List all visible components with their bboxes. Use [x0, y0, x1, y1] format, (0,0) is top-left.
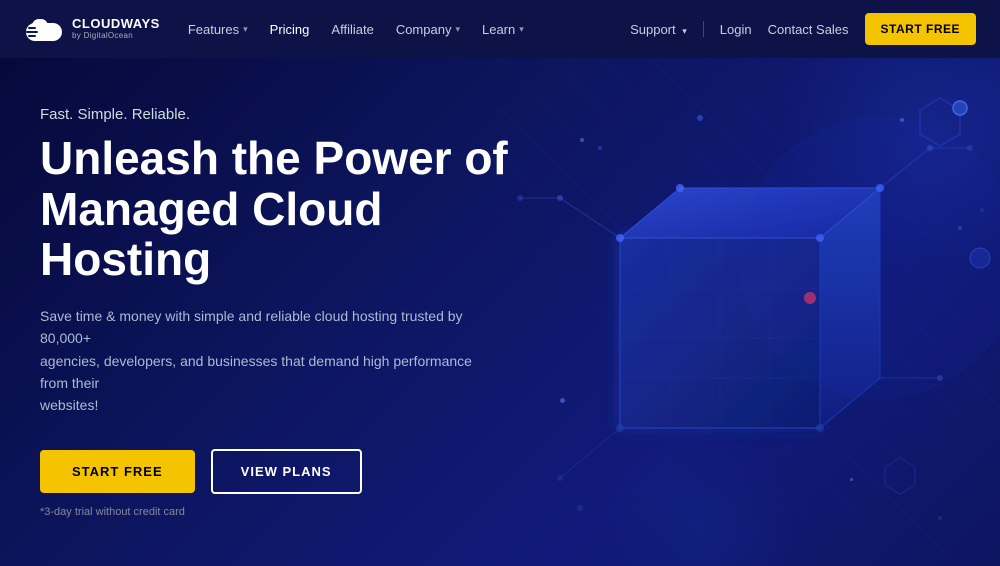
- chevron-down-icon: ▾: [455, 24, 460, 35]
- navbar: CLOUDWAYS by DigitalOcean Features ▾ Pri…: [0, 0, 1000, 58]
- nav-divider: [703, 21, 704, 37]
- brand-sub: by DigitalOcean: [72, 32, 160, 41]
- nav-support-link[interactable]: Support ▾: [630, 22, 687, 37]
- hero-subtitle: Fast. Simple. Reliable.: [40, 106, 560, 123]
- chevron-down-icon: ▾: [243, 24, 248, 35]
- chevron-down-icon: ▾: [519, 24, 524, 35]
- nav-links: Features ▾ Pricing Affiliate Company ▾: [188, 22, 524, 37]
- hero-buttons: START FREE VIEW PLANS: [40, 449, 560, 494]
- hero-title: Unleash the Power ofManaged Cloud Hostin…: [40, 133, 560, 285]
- nav-item-pricing[interactable]: Pricing: [270, 22, 310, 37]
- nav-item-company[interactable]: Company ▾: [396, 22, 460, 37]
- nav-login-link[interactable]: Login: [720, 22, 752, 37]
- hero-view-plans-button[interactable]: VIEW PLANS: [211, 449, 362, 494]
- hero-illustration: [500, 58, 1000, 566]
- nav-item-learn[interactable]: Learn ▾: [482, 22, 524, 37]
- nav-right: Support ▾ Login Contact Sales START FREE: [630, 13, 976, 45]
- logo-icon: [24, 13, 64, 45]
- nav-left: CLOUDWAYS by DigitalOcean Features ▾ Pri…: [24, 13, 524, 45]
- nav-contact-link[interactable]: Contact Sales: [768, 22, 849, 37]
- logo[interactable]: CLOUDWAYS by DigitalOcean: [24, 13, 160, 45]
- nav-start-free-button[interactable]: START FREE: [865, 13, 976, 45]
- nav-item-features[interactable]: Features ▾: [188, 22, 248, 37]
- isometric-graphic: [500, 58, 1000, 566]
- hero-content: Fast. Simple. Reliable. Unleash the Powe…: [0, 106, 560, 518]
- brand-name: CLOUDWAYS: [72, 17, 160, 31]
- nav-item-affiliate[interactable]: Affiliate: [331, 22, 373, 37]
- hero-start-free-button[interactable]: START FREE: [40, 450, 195, 493]
- hero-section: Fast. Simple. Reliable. Unleash the Powe…: [0, 58, 1000, 566]
- chevron-down-icon: ▾: [682, 26, 687, 36]
- logo-text: CLOUDWAYS by DigitalOcean: [72, 17, 160, 40]
- hero-description: Save time & money with simple and reliab…: [40, 305, 500, 417]
- trial-note: *3-day trial without credit card: [40, 506, 560, 518]
